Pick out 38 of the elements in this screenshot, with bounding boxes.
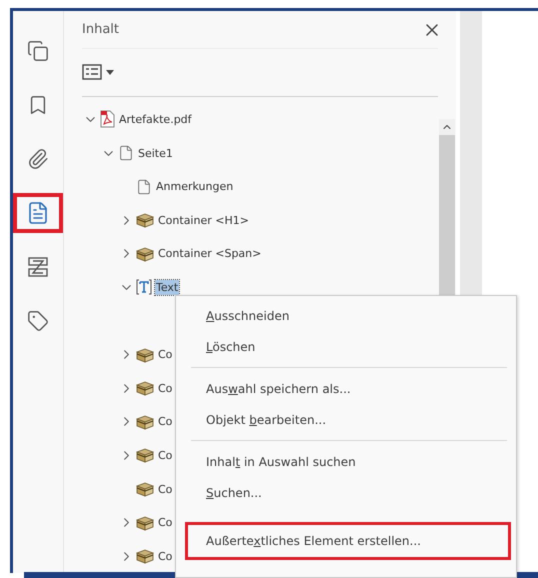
menu-item[interactable]: Ausschneiden <box>185 300 511 331</box>
tree-item[interactable]: Artefakte.pdf <box>118 112 193 127</box>
caret-icon <box>106 70 114 75</box>
menu-item[interactable]: Objekt bearbeiten... <box>185 404 511 435</box>
tree-item[interactable]: Container <Span> <box>157 246 262 262</box>
tree-item[interactable]: Container <H1> <box>157 212 250 228</box>
tree-item[interactable]: Co <box>157 515 174 530</box>
menu-item[interactable]: Außertextliches Element erstellen... <box>185 522 511 560</box>
tree-item[interactable]: Co <box>157 414 174 430</box>
box-icon <box>136 447 154 464</box>
box-icon <box>136 514 154 531</box>
box-icon <box>136 380 154 396</box>
menu-item[interactable]: Auswahl speichern als... <box>185 373 511 404</box>
box-icon <box>136 212 154 228</box>
pdf-file-icon <box>100 110 115 128</box>
document-icon[interactable] <box>13 193 63 233</box>
options-dropdown[interactable] <box>82 64 114 80</box>
menu-item[interactable]: Löschen <box>185 331 511 362</box>
tree-item[interactable]: Co <box>157 380 174 396</box>
menu-item[interactable]: Inhalt in Auswahl suchen <box>185 446 511 477</box>
box-icon <box>136 346 154 363</box>
text-tag-icon <box>136 279 152 296</box>
panel-title: Inhalt <box>82 22 119 38</box>
page-icon <box>118 145 134 162</box>
box-icon <box>136 548 154 564</box>
box-icon <box>136 246 154 262</box>
box-icon <box>136 414 154 430</box>
scroll-up-icon[interactable] <box>439 119 455 135</box>
tree-item[interactable]: Co <box>157 347 174 362</box>
tree-item[interactable]: Anmerkungen <box>155 179 234 194</box>
page-icon <box>136 178 152 195</box>
tree-item[interactable]: Co <box>157 448 174 463</box>
tree-item[interactable]: Co <box>157 548 174 564</box>
box-icon <box>136 481 154 498</box>
tree-item[interactable]: Co <box>157 482 174 497</box>
menu-item[interactable]: Suchen... <box>185 477 511 508</box>
tree-item[interactable]: Seite1 <box>137 146 174 161</box>
tree-item[interactable]: Text <box>155 280 180 295</box>
